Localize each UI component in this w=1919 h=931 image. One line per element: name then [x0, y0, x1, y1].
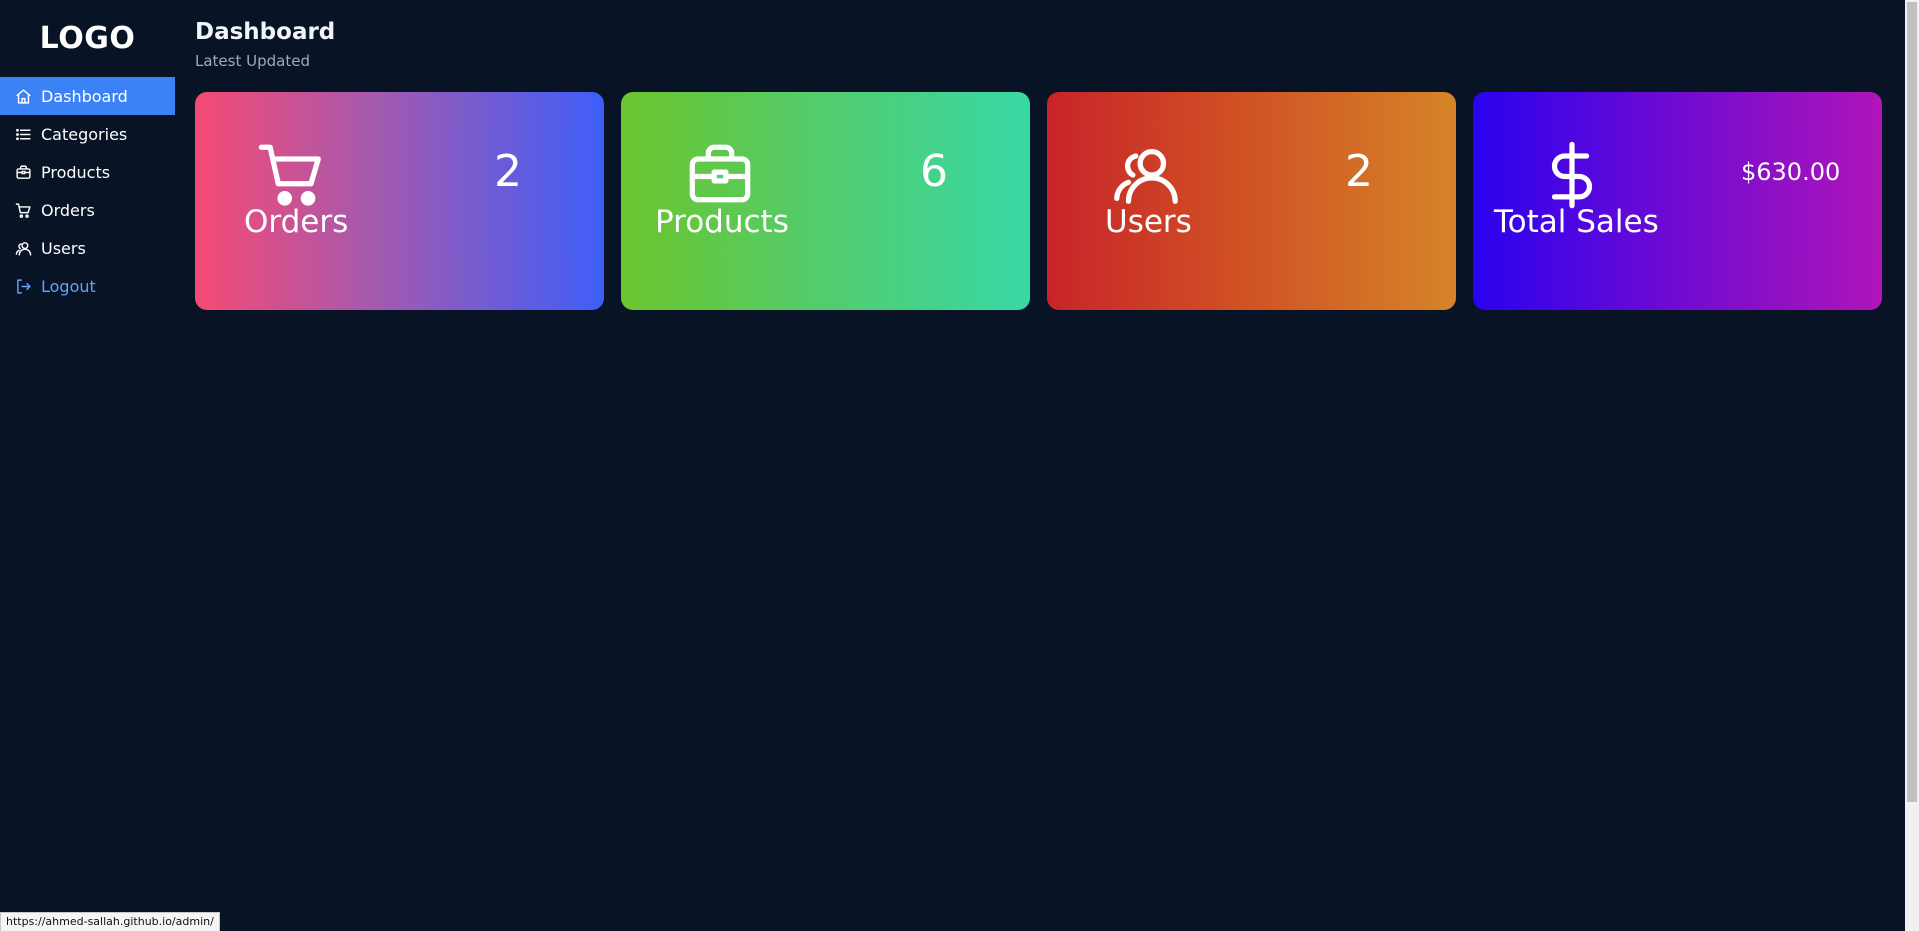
- scrollbar-thumb[interactable]: [1907, 2, 1917, 802]
- main-content: Dashboard Latest Updated 2 Orders 6 Prod…: [195, 0, 1919, 310]
- sidebar: LOGO Dashboard Categories Products Order…: [0, 0, 175, 931]
- users-icon: [15, 240, 32, 257]
- dollar-icon: [1537, 140, 1607, 210]
- logout-icon: [15, 278, 32, 295]
- sidebar-item-products[interactable]: Products: [0, 153, 175, 191]
- admin-app: LOGO Dashboard Categories Products Order…: [0, 0, 1919, 931]
- total-sales-card[interactable]: $630.00 Total Sales: [1473, 92, 1882, 310]
- sidebar-item-logout[interactable]: Logout: [0, 267, 175, 305]
- total-sales-value: $630.00: [1741, 158, 1841, 186]
- orders-card[interactable]: 2 Orders: [195, 92, 604, 310]
- users-count: 2: [1345, 146, 1373, 197]
- vertical-scrollbar[interactable]: [1905, 0, 1919, 931]
- cart-icon: [15, 202, 32, 219]
- home-icon: [15, 88, 32, 105]
- briefcase-icon: [685, 140, 755, 210]
- page-subtitle: Latest Updated: [195, 52, 310, 70]
- sidebar-item-categories[interactable]: Categories: [0, 115, 175, 153]
- products-card[interactable]: 6 Products: [621, 92, 1030, 310]
- sidebar-item-label: Orders: [41, 200, 95, 220]
- products-count: 6: [920, 146, 948, 197]
- logo[interactable]: LOGO: [0, 0, 175, 77]
- sidebar-item-label: Users: [41, 238, 86, 258]
- cart-icon: [257, 140, 327, 210]
- page-title: Dashboard: [195, 19, 336, 45]
- status-bar-url: https://ahmed-sallah.github.io/admin/: [0, 912, 220, 931]
- sidebar-item-label: Logout: [41, 276, 96, 296]
- orders-label: Orders: [244, 204, 349, 240]
- products-label: Products: [655, 204, 789, 240]
- sidebar-item-label: Products: [41, 162, 111, 182]
- briefcase-icon: [15, 164, 32, 181]
- sidebar-item-label: Categories: [41, 124, 128, 144]
- sidebar-item-orders[interactable]: Orders: [0, 191, 175, 229]
- total-sales-label: Total Sales: [1494, 204, 1659, 240]
- sidebar-item-dashboard[interactable]: Dashboard: [0, 77, 175, 115]
- stat-cards: 2 Orders 6 Products 2 Users $630.00 Tota…: [195, 92, 1882, 310]
- users-label: Users: [1105, 204, 1192, 240]
- sidebar-item-users[interactable]: Users: [0, 229, 175, 267]
- users-card[interactable]: 2 Users: [1047, 92, 1456, 310]
- list-icon: [15, 126, 32, 143]
- users-icon: [1111, 140, 1181, 210]
- sidebar-item-label: Dashboard: [41, 86, 128, 106]
- orders-count: 2: [494, 146, 522, 197]
